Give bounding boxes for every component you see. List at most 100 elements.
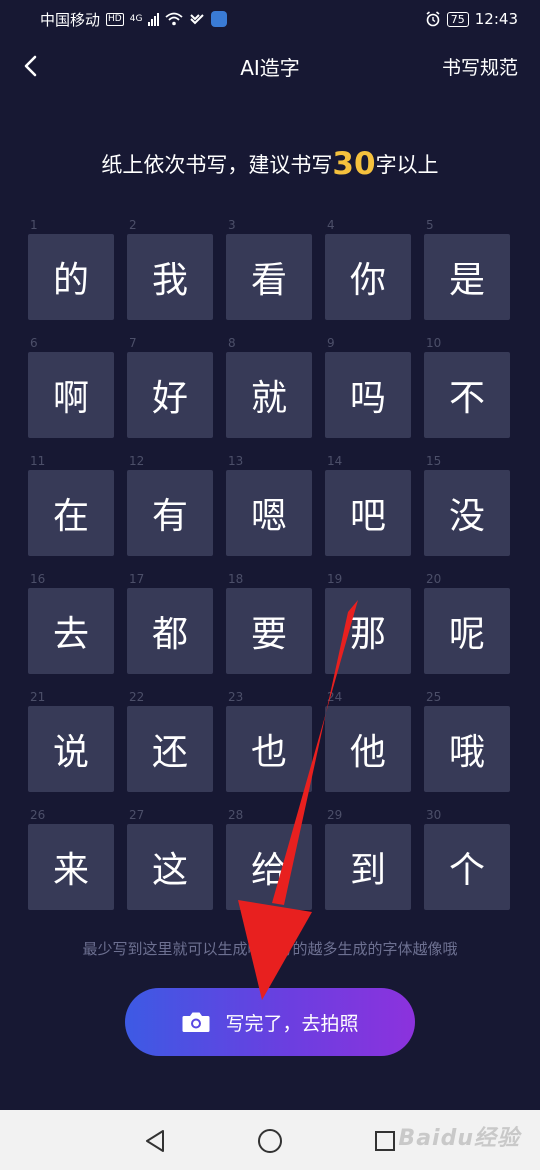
character-cell: 18 要 [226, 570, 312, 674]
character-cell: 12 有 [127, 452, 213, 556]
carrier-name: 中国移动 [40, 10, 101, 29]
character-glyph: 来 [28, 824, 114, 910]
character-glyph: 都 [127, 588, 213, 674]
character-cell: 7好 [127, 334, 213, 438]
writing-rules-link[interactable]: 书写规范 [442, 53, 518, 80]
character-cell: 5是 [424, 216, 510, 320]
battery-icon: 75 [446, 11, 469, 27]
character-index: 3 [228, 218, 236, 232]
clock: 12:43 [474, 10, 518, 28]
character-glyph: 的 [28, 234, 114, 320]
character-glyph: 他 [325, 706, 411, 792]
character-glyph: 还 [127, 706, 213, 792]
character-index: 29 [327, 808, 343, 822]
alarm-icon [426, 11, 440, 27]
character-cell: 23 也 [226, 688, 312, 792]
character-cell: 14 吧 [325, 452, 411, 556]
character-cell: 9吗 [325, 334, 411, 438]
character-glyph: 吗 [325, 352, 411, 438]
circle-home-icon [258, 1129, 282, 1153]
character-cell: 30 个 [424, 806, 510, 910]
nav-home-key[interactable] [257, 1128, 283, 1154]
system-nav-bar: Baidu经验 [0, 1110, 540, 1170]
character-cell: 13 嗯 [226, 452, 312, 556]
character-glyph: 哦 [424, 706, 510, 792]
take-photo-button[interactable]: 写完了，去拍照 [125, 988, 415, 1056]
character-cell: 21 说 [28, 688, 114, 792]
status-left: 中国移动 HD 4G [40, 9, 228, 30]
character-cell: 26 来 [28, 806, 114, 910]
character-index: 22 [129, 690, 145, 704]
character-index: 1 [30, 218, 38, 232]
character-glyph: 到 [325, 824, 411, 910]
character-cell: 11 在 [28, 452, 114, 556]
character-glyph: 啊 [28, 352, 114, 438]
signal-icon [148, 12, 160, 26]
character-glyph: 看 [226, 234, 312, 320]
character-index: 24 [327, 690, 343, 704]
character-cell: 25 哦 [424, 688, 510, 792]
character-glyph: 嗯 [226, 470, 312, 556]
character-glyph: 那 [325, 588, 411, 674]
character-index: 7 [129, 336, 137, 350]
character-cell: 28 给 [226, 806, 312, 910]
character-cell: 19 那 [325, 570, 411, 674]
character-cell: 10 不 [424, 334, 510, 438]
instruction-count: 30 [332, 146, 376, 182]
character-cell: 22 还 [127, 688, 213, 792]
wifi-icon [165, 12, 184, 26]
character-index: 20 [426, 572, 442, 586]
nav-back-key[interactable] [142, 1128, 168, 1154]
character-index: 19 [327, 572, 343, 586]
character-cell: 17 都 [127, 570, 213, 674]
character-cell: 4你 [325, 216, 411, 320]
character-index: 11 [30, 454, 46, 468]
character-index: 30 [426, 808, 442, 822]
character-index: 4 [327, 218, 335, 232]
character-index: 2 [129, 218, 137, 232]
character-cell: 2我 [127, 216, 213, 320]
character-glyph: 是 [424, 234, 510, 320]
character-index: 6 [30, 336, 38, 350]
character-glyph: 好 [127, 352, 213, 438]
instruction-text: 纸上依次书写，建议书写30字以上 [0, 146, 540, 182]
data-saver-icon [190, 14, 205, 25]
nav-recents-key[interactable] [372, 1128, 398, 1154]
character-index: 18 [228, 572, 244, 586]
hd-badge: HD [106, 12, 124, 26]
character-index: 14 [327, 454, 343, 468]
status-bar: 中国移动 HD 4G 75 12:43 [0, 0, 540, 38]
character-glyph: 我 [127, 234, 213, 320]
character-glyph: 吧 [325, 470, 411, 556]
app-notification-icon [211, 11, 228, 27]
character-cell: 29 到 [325, 806, 411, 910]
character-glyph: 没 [424, 470, 510, 556]
character-index: 28 [228, 808, 244, 822]
character-glyph: 也 [226, 706, 312, 792]
character-cell: 20 呢 [424, 570, 510, 674]
character-index: 21 [30, 690, 46, 704]
nav-bar: AI造字 书写规范 [0, 38, 540, 96]
take-photo-label: 写完了，去拍照 [225, 1012, 359, 1035]
character-glyph: 有 [127, 470, 213, 556]
character-index: 9 [327, 336, 335, 350]
instruction-prefix: 纸上依次书写，建议书写 [101, 153, 333, 177]
character-index: 15 [426, 454, 442, 468]
character-glyph: 个 [424, 824, 510, 910]
character-glyph: 在 [28, 470, 114, 556]
character-glyph: 不 [424, 352, 510, 438]
character-cell: 6啊 [28, 334, 114, 438]
instruction-suffix: 字以上 [375, 153, 439, 177]
character-glyph: 去 [28, 588, 114, 674]
character-index: 10 [426, 336, 442, 350]
character-index: 13 [228, 454, 244, 468]
character-glyph: 你 [325, 234, 411, 320]
character-index: 17 [129, 572, 145, 586]
character-index: 23 [228, 690, 244, 704]
character-glyph: 说 [28, 706, 114, 792]
character-index: 16 [30, 572, 46, 586]
character-cell: 15 没 [424, 452, 510, 556]
status-right: 75 12:43 [425, 10, 518, 28]
character-index: 5 [426, 218, 434, 232]
character-glyph: 呢 [424, 588, 510, 674]
